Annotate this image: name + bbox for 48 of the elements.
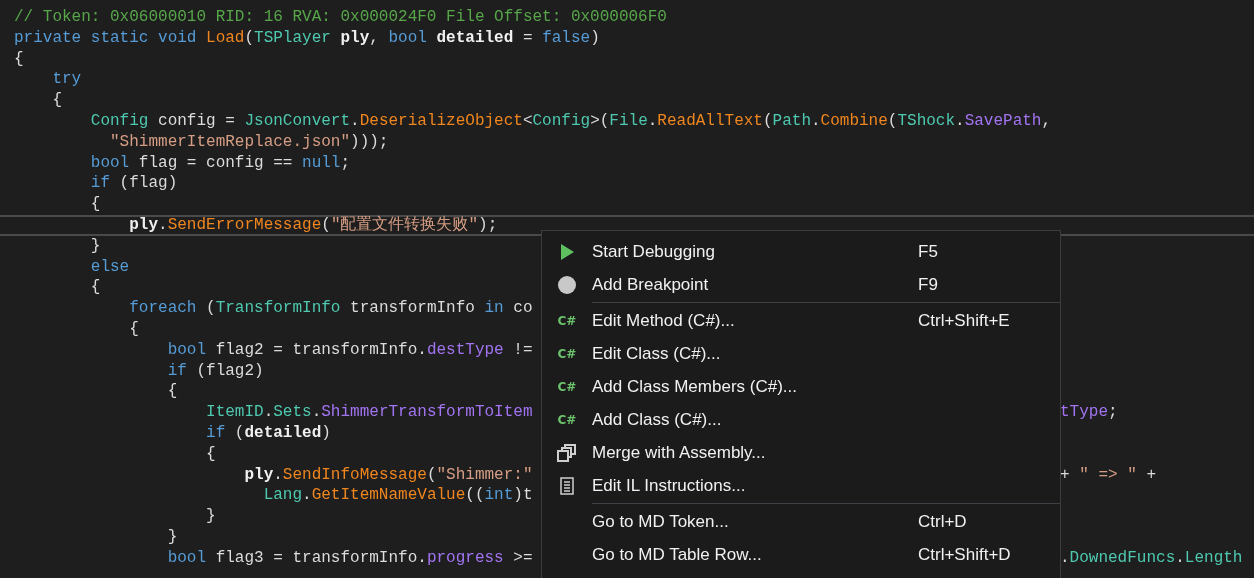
document-icon bbox=[560, 476, 574, 495]
csharp-icon: C# bbox=[557, 347, 577, 360]
code-line: } bbox=[89, 235, 101, 257]
code-line: if (detailed) bbox=[205, 422, 331, 444]
menu-item[interactable]: Go to MD Token... Ctrl+D bbox=[542, 505, 1060, 538]
code-line: Config config = JsonConvert.DeserializeObject<Config>(File.ReadAllText(Path.Combine(TShock.SavePath, bbox=[89, 111, 1052, 132]
menu-item[interactable]: Edit IL Instructions... bbox=[542, 469, 1060, 502]
code-line: ply.SendErrorMessage("配置文件转换失败"); bbox=[14, 214, 498, 236]
code-line: // Token: 0x06000010 RID: 16 RVA: 0x000024F0 File Offset: 0x000006F0 bbox=[14, 7, 667, 28]
code-line: } bbox=[205, 506, 216, 527]
menu-item[interactable]: Go to MD Table Row... Ctrl+Shift+D bbox=[542, 538, 1060, 571]
code-line: { bbox=[14, 48, 24, 70]
code-line: { bbox=[89, 194, 101, 215]
code-line: if (flag2) bbox=[166, 360, 264, 382]
code-line: ply.SendInfoMessage("Shimmer:" bbox=[243, 464, 533, 486]
code-line: else bbox=[89, 256, 130, 278]
code-line: try bbox=[51, 69, 82, 91]
play-icon bbox=[560, 243, 574, 260]
csharp-icon: C# bbox=[557, 314, 577, 327]
menu-item[interactable]: C# Add Class (C#)... bbox=[542, 403, 1060, 436]
code-line: bool flag2 = transformInfo.destType != bbox=[166, 339, 533, 361]
code-line: bool flag = config == null; bbox=[89, 152, 351, 174]
code-fragment: tType; bbox=[1060, 404, 1118, 421]
menu-item[interactable]: C# Edit Class (C#)... bbox=[542, 337, 1060, 370]
code-line: { bbox=[205, 443, 216, 465]
code-line: foreach (TransformInfo transformInfo in co bbox=[128, 298, 533, 319]
code-line: { bbox=[166, 381, 178, 403]
code-fragment: + " => " + bbox=[1060, 466, 1156, 484]
code-line: if (flag) bbox=[89, 173, 178, 195]
menu-item[interactable]: C# Add Class Members (C#)... bbox=[542, 370, 1060, 403]
code-line: { bbox=[89, 277, 101, 299]
menu-item[interactable]: Start Debugging F5 bbox=[542, 235, 1060, 268]
csharp-icon: C# bbox=[557, 380, 577, 393]
code-line: bool flag3 = transformInfo.progress >= bbox=[166, 547, 533, 569]
code-line: ItemID.Sets.ShimmerTransformToItem bbox=[205, 402, 533, 423]
code-line: { bbox=[128, 318, 139, 340]
csharp-icon: C# bbox=[557, 413, 577, 426]
code-fragment: .DownedFuncs.Length bbox=[1060, 549, 1243, 567]
menu-item[interactable]: Add Breakpoint F9 bbox=[542, 268, 1060, 301]
copies-icon bbox=[557, 442, 577, 463]
code-line: } bbox=[166, 526, 178, 548]
menu-item[interactable]: C# Edit Method (C#)... Ctrl+Shift+E bbox=[542, 304, 1060, 337]
code-line: private static void Load(TSPlayer ply, bool detailed = false) bbox=[14, 27, 600, 49]
code-line: "ShimmerItemReplace.json"))); bbox=[109, 131, 389, 153]
menu-item[interactable]: Merge with Assembly... bbox=[542, 436, 1060, 469]
code-line: Lang.GetItemNameValue((int)t bbox=[262, 485, 533, 507]
code-line: { bbox=[51, 90, 62, 111]
circle-icon bbox=[558, 275, 576, 294]
